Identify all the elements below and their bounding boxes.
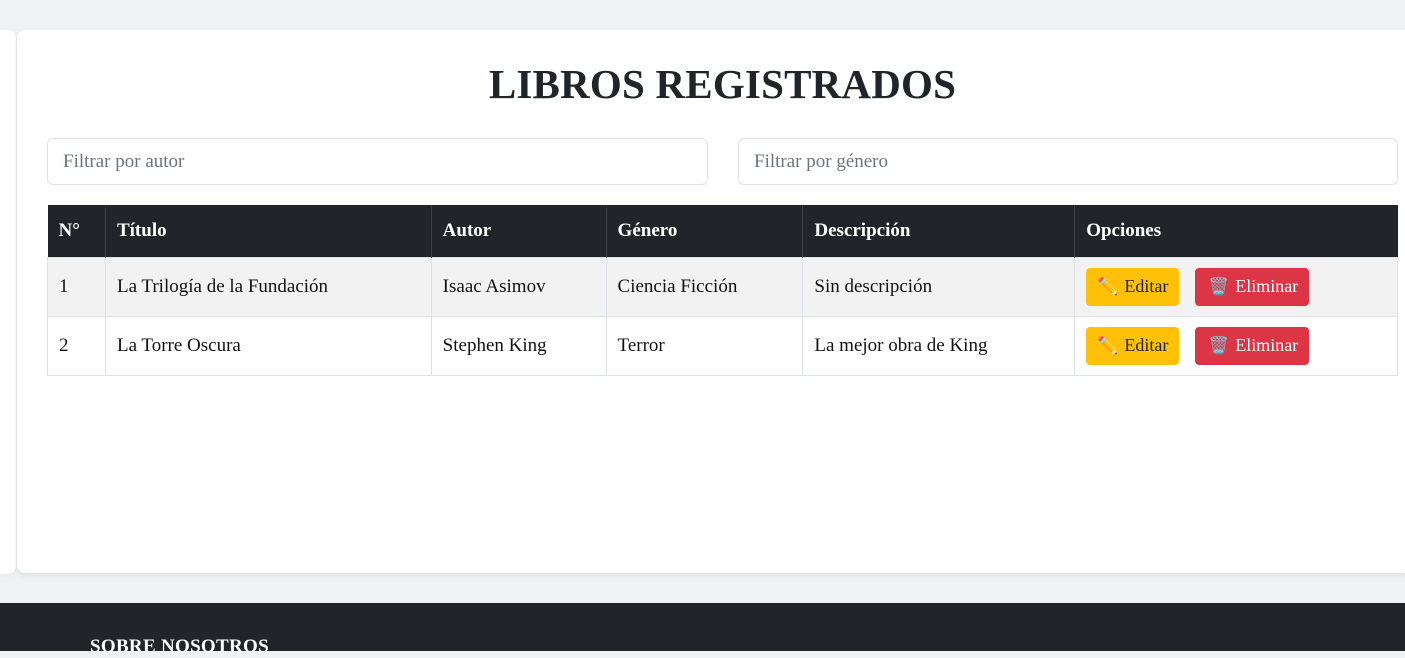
pencil-icon: ✏️ — [1097, 277, 1119, 296]
page-title: LIBROS REGISTRADOS — [488, 61, 957, 107]
delete-button[interactable]: 🗑️ Eliminar — [1195, 267, 1310, 306]
delete-label: Eliminar — [1235, 276, 1299, 296]
header-number: N° — [47, 205, 106, 257]
cell-description: Sin descripción — [802, 256, 1076, 317]
header-author: Autor — [431, 205, 607, 257]
cell-title: La Trilogía de la Fundación — [104, 256, 432, 317]
books-table: N° Título Autor Género Descripción Opcio… — [47, 205, 1398, 376]
delete-button[interactable]: 🗑️ Eliminar — [1195, 326, 1310, 365]
pencil-icon: ✏️ — [1097, 336, 1119, 355]
table-header: N° Título Autor Género Descripción Opcio… — [47, 205, 1398, 257]
cell-description: La mejor obra de King — [802, 315, 1076, 376]
genre-filter-input[interactable] — [738, 138, 1398, 185]
edit-label: Editar — [1124, 276, 1169, 296]
header-genre: Género — [606, 205, 804, 257]
cell-title: La Torre Oscura — [104, 315, 432, 376]
cell-genre: Ciencia Ficción — [605, 256, 804, 317]
cell-options: ✏️ Editar 🗑️ Eliminar — [1074, 256, 1398, 317]
table-row: 1 La Trilogía de la Fundación Isaac Asim… — [47, 256, 1398, 317]
cell-number: 2 — [47, 315, 106, 376]
header-description: Descripción — [802, 205, 1076, 257]
cell-genre: Terror — [605, 315, 804, 376]
footer-section-title: SOBRE NOSOTROS — [90, 636, 269, 657]
edit-label: Editar — [1124, 335, 1169, 355]
table-row: 2 La Torre Oscura Stephen King Terror La… — [47, 315, 1398, 376]
delete-label: Eliminar — [1235, 335, 1299, 355]
cell-author: Stephen King — [430, 315, 607, 376]
wastebasket-icon: 🗑️ — [1208, 336, 1230, 355]
cell-number: 1 — [47, 256, 106, 317]
wastebasket-icon: 🗑️ — [1208, 277, 1230, 296]
cell-options: ✏️ Editar 🗑️ Eliminar — [1074, 315, 1398, 376]
footer: SOBRE NOSOTROS — [0, 603, 1405, 657]
edit-button[interactable]: ✏️ Editar — [1086, 267, 1180, 306]
author-filter-input[interactable] — [47, 138, 708, 185]
edit-button[interactable]: ✏️ Editar — [1086, 326, 1180, 365]
header-title: Título — [105, 205, 432, 257]
side-panel — [0, 30, 16, 574]
cell-author: Isaac Asimov — [430, 256, 607, 317]
header-options: Opciones — [1074, 205, 1398, 257]
